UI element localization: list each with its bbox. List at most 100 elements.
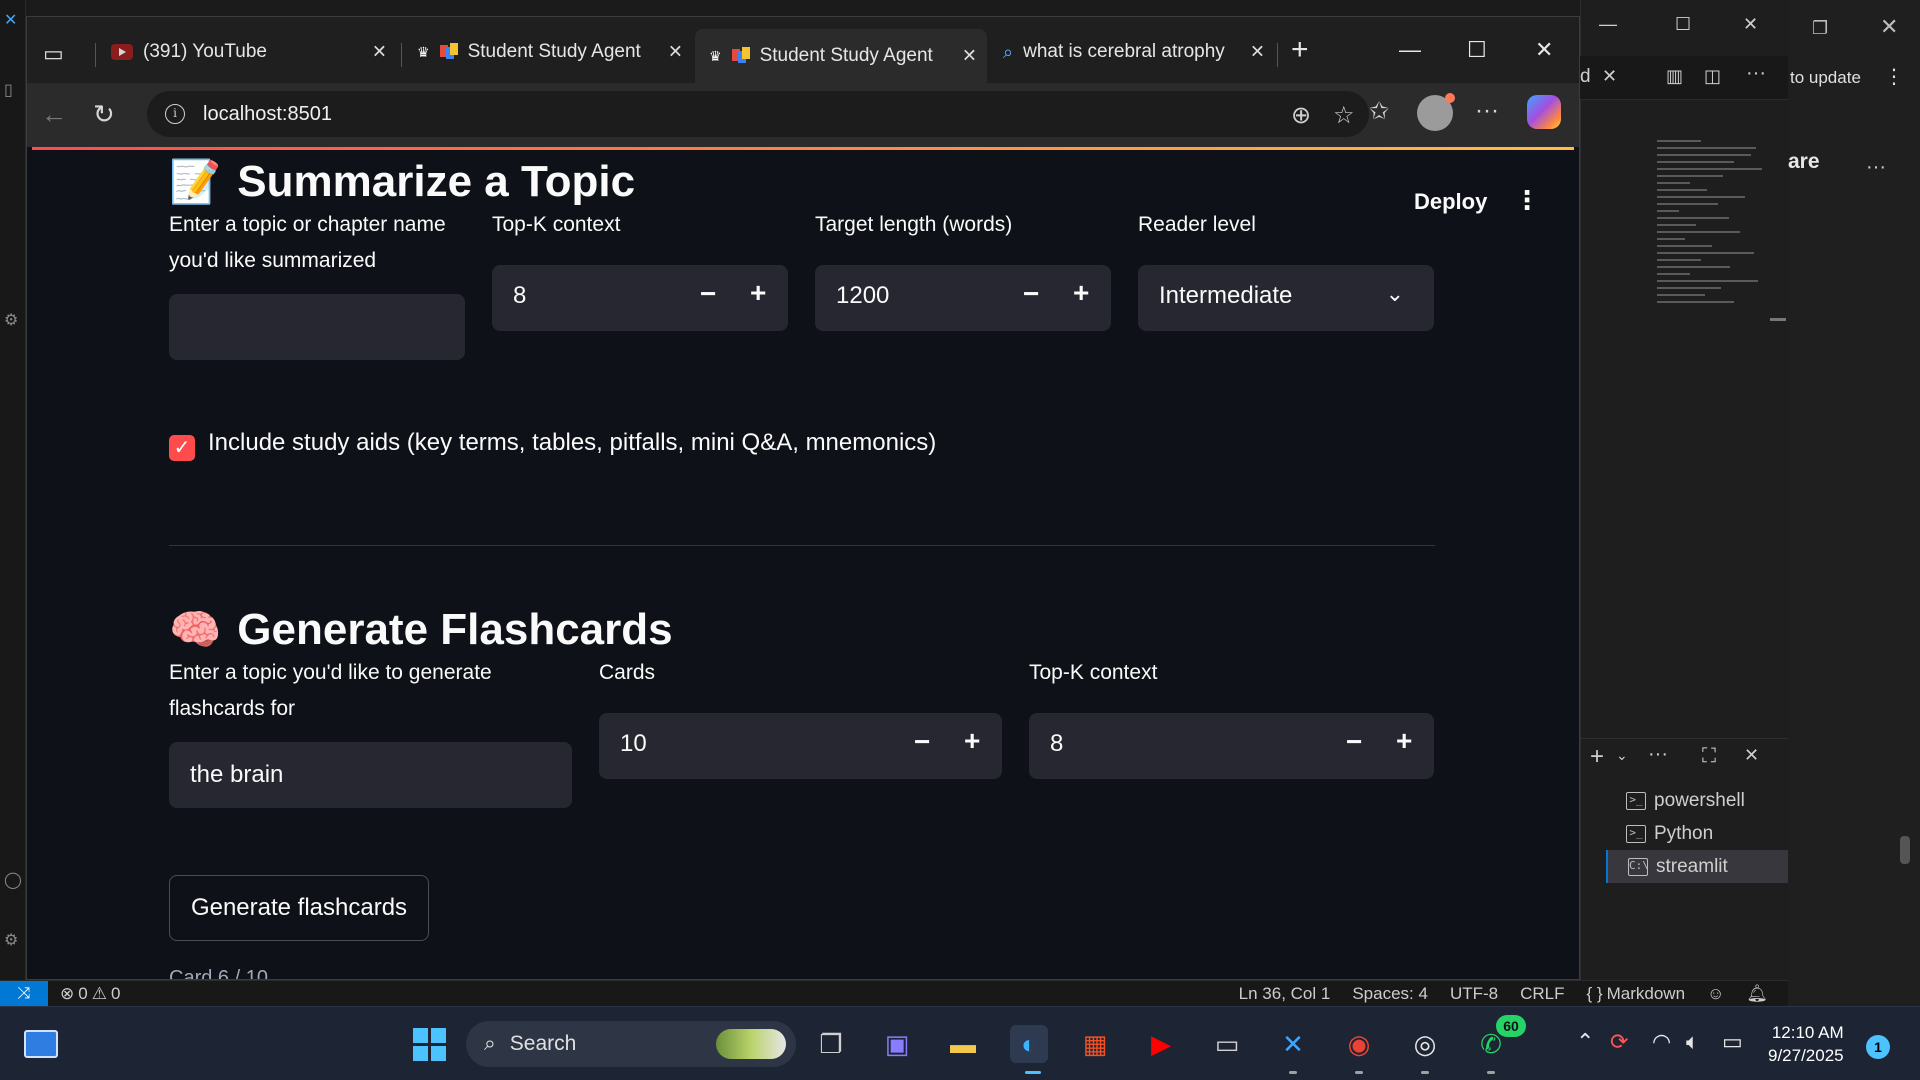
language-mode[interactable]: { } Markdown xyxy=(1587,984,1686,1004)
encoding[interactable]: UTF-8 xyxy=(1450,984,1498,1004)
minimize-icon[interactable]: — xyxy=(1399,37,1421,63)
open-preview-icon[interactable]: ▥ xyxy=(1666,66,1683,87)
close-tab-icon[interactable]: ✕ xyxy=(1250,42,1265,63)
back-icon[interactable]: ← xyxy=(41,99,67,130)
maximize-icon[interactable]: ☐ xyxy=(1467,37,1487,63)
close-tab-icon[interactable]: ✕ xyxy=(1602,66,1617,87)
target-length-stepper[interactable]: 1200 − + xyxy=(815,265,1111,331)
battery-icon[interactable]: ▭ xyxy=(1722,1029,1743,1055)
more-icon[interactable]: ··· xyxy=(1648,743,1668,766)
sync-icon[interactable]: ⟳ xyxy=(1610,1029,1628,1055)
chevron-down-icon[interactable]: ⌄ xyxy=(1386,281,1404,307)
favorite-star-icon[interactable]: ☆ xyxy=(1333,101,1355,130)
summary-topk-stepper[interactable]: 8 − + xyxy=(492,265,788,331)
bell-icon[interactable]: 🔔︎ xyxy=(1746,984,1768,1004)
tab-label-fragment[interactable]: d xyxy=(1580,66,1591,88)
url-text[interactable]: localhost:8501 xyxy=(203,103,332,126)
restore-icon[interactable]: ❐ xyxy=(1812,18,1828,39)
stepper-value[interactable]: 1200 xyxy=(836,282,889,310)
increment-icon[interactable]: + xyxy=(964,725,980,757)
study-aids-label[interactable]: Include study aids (key terms, tables, p… xyxy=(208,429,936,457)
flashcard-topk-stepper[interactable]: 8 − + xyxy=(1029,713,1434,779)
favorites-icon[interactable]: ✩ xyxy=(1369,97,1389,126)
wifi-icon[interactable]: ◠ xyxy=(1652,1029,1671,1055)
chevron-down-icon[interactable]: ⌄ xyxy=(1616,747,1628,764)
remote-indicator-icon[interactable]: ⤨ xyxy=(0,980,48,1007)
deploy-button[interactable]: Deploy xyxy=(1414,189,1487,215)
account-icon[interactable]: ◯ xyxy=(4,870,22,890)
copilot-icon[interactable] xyxy=(1527,95,1561,129)
volume-icon[interactable]: 🔈︎ xyxy=(1686,1029,1699,1055)
close-icon[interactable]: ✕ xyxy=(1743,14,1758,35)
zoom-icon[interactable]: ⊕ xyxy=(1291,101,1311,130)
copilot-status-icon[interactable]: ☺ xyxy=(1707,984,1724,1004)
close-icon[interactable]: ✕ xyxy=(1880,14,1898,40)
update-text[interactable]: to update xyxy=(1790,68,1861,88)
line-ending[interactable]: CRLF xyxy=(1520,984,1564,1004)
study-aids-checkbox[interactable]: ✓ xyxy=(169,435,195,461)
increment-icon[interactable]: + xyxy=(750,277,766,309)
close-tab-icon[interactable]: ✕ xyxy=(668,42,683,63)
taskbar-search[interactable]: ⌕ Search xyxy=(466,1021,796,1067)
minimize-icon[interactable]: — xyxy=(1599,14,1617,35)
cards-stepper[interactable]: 10 − + xyxy=(599,713,1002,779)
kebab-icon[interactable]: ⋮ xyxy=(1884,64,1904,89)
chrome-icon[interactable]: ◉ xyxy=(1340,1025,1378,1063)
address-bar[interactable]: i localhost:8501 ⊕ ☆ xyxy=(147,91,1369,137)
summary-topic-input[interactable] xyxy=(169,294,465,360)
teams-chat-icon[interactable]: ▣ xyxy=(878,1025,916,1063)
increment-icon[interactable]: + xyxy=(1396,725,1412,757)
split-editor-icon[interactable]: ◫ xyxy=(1704,66,1721,87)
tab-youtube[interactable]: (391) YouTube ✕ xyxy=(97,29,397,75)
terminal-item-streamlit[interactable]: C:\ streamlit xyxy=(1606,850,1788,883)
cursor-position[interactable]: Ln 36, Col 1 xyxy=(1239,984,1331,1004)
edge-icon[interactable]: ◐ xyxy=(1010,1025,1048,1063)
microsoft-store-icon[interactable]: ▦ xyxy=(1076,1025,1114,1063)
terminal-item-powershell[interactable]: >_ powershell xyxy=(1606,784,1788,817)
start-icon[interactable] xyxy=(410,1025,448,1063)
generate-flashcards-button[interactable]: Generate flashcards xyxy=(169,875,429,941)
new-tab-icon[interactable]: + xyxy=(1291,33,1309,67)
show-hidden-icons-icon[interactable]: ⌃ xyxy=(1576,1029,1594,1055)
profile-avatar[interactable] xyxy=(1417,93,1455,131)
close-tab-icon[interactable]: ✕ xyxy=(962,46,977,67)
decrement-icon[interactable]: − xyxy=(700,278,716,310)
maximize-panel-icon[interactable]: ⛶ xyxy=(1702,745,1716,768)
stepper-value[interactable]: 10 xyxy=(620,730,647,758)
tab-student-study-agent-1[interactable]: ♛ Student Study Agent ✕ xyxy=(403,29,693,75)
scrollbar-thumb[interactable] xyxy=(1900,836,1910,864)
close-icon[interactable]: ✕ xyxy=(1535,37,1553,63)
decrement-icon[interactable]: − xyxy=(1346,726,1362,758)
extensions-icon[interactable]: ⚙ xyxy=(4,310,18,330)
problems-indicator[interactable]: ⊗ 0 ⚠ 0 xyxy=(60,984,120,1004)
decrement-icon[interactable]: − xyxy=(1023,278,1039,310)
site-info-icon[interactable]: i xyxy=(165,104,185,124)
close-panel-icon[interactable]: ✕ xyxy=(1744,745,1759,766)
ring-app-icon[interactable]: ◎ xyxy=(1406,1025,1444,1063)
vscode-app-icon[interactable]: ✕ xyxy=(1274,1025,1312,1063)
close-tab-icon[interactable]: ✕ xyxy=(372,42,387,63)
stepper-value[interactable]: 8 xyxy=(513,282,526,310)
more-actions-icon[interactable]: ··· xyxy=(1746,62,1766,85)
tab-actions-icon[interactable]: ▭ xyxy=(43,41,64,67)
minimap-slider[interactable] xyxy=(1770,318,1786,321)
update-banner[interactable]: to update ⋮ xyxy=(1788,56,1920,100)
explorer-icon[interactable]: ▯ xyxy=(4,80,13,100)
file-explorer-icon[interactable]: ▬ xyxy=(944,1025,982,1063)
manage-icon[interactable]: ⚙ xyxy=(4,930,18,950)
tab-student-study-agent-2[interactable]: ♛ Student Study Agent ✕ xyxy=(695,29,987,83)
widgets-icon[interactable] xyxy=(22,1025,60,1063)
taskbar-clock[interactable]: 12:10 AM 9/27/2025 xyxy=(1768,1021,1844,1067)
tab-search[interactable]: ⌕ what is cerebral atrophy ✕ xyxy=(989,29,1275,75)
main-menu-icon[interactable]: ⋮ xyxy=(1514,185,1540,216)
task-view-icon[interactable]: ❐ xyxy=(812,1025,850,1063)
terminal-item-python[interactable]: >_ Python xyxy=(1606,817,1788,850)
select-value[interactable]: Intermediate xyxy=(1159,282,1292,310)
settings-more-icon[interactable]: ··· xyxy=(1475,97,1499,125)
youtube-app-icon[interactable]: ▶ xyxy=(1142,1025,1180,1063)
increment-icon[interactable]: + xyxy=(1073,277,1089,309)
reader-level-select[interactable]: Intermediate ⌄ xyxy=(1138,265,1434,331)
indentation[interactable]: Spaces: 4 xyxy=(1352,984,1428,1004)
stepper-value[interactable]: 8 xyxy=(1050,730,1063,758)
flashcard-topic-input[interactable]: the brain xyxy=(169,742,572,808)
